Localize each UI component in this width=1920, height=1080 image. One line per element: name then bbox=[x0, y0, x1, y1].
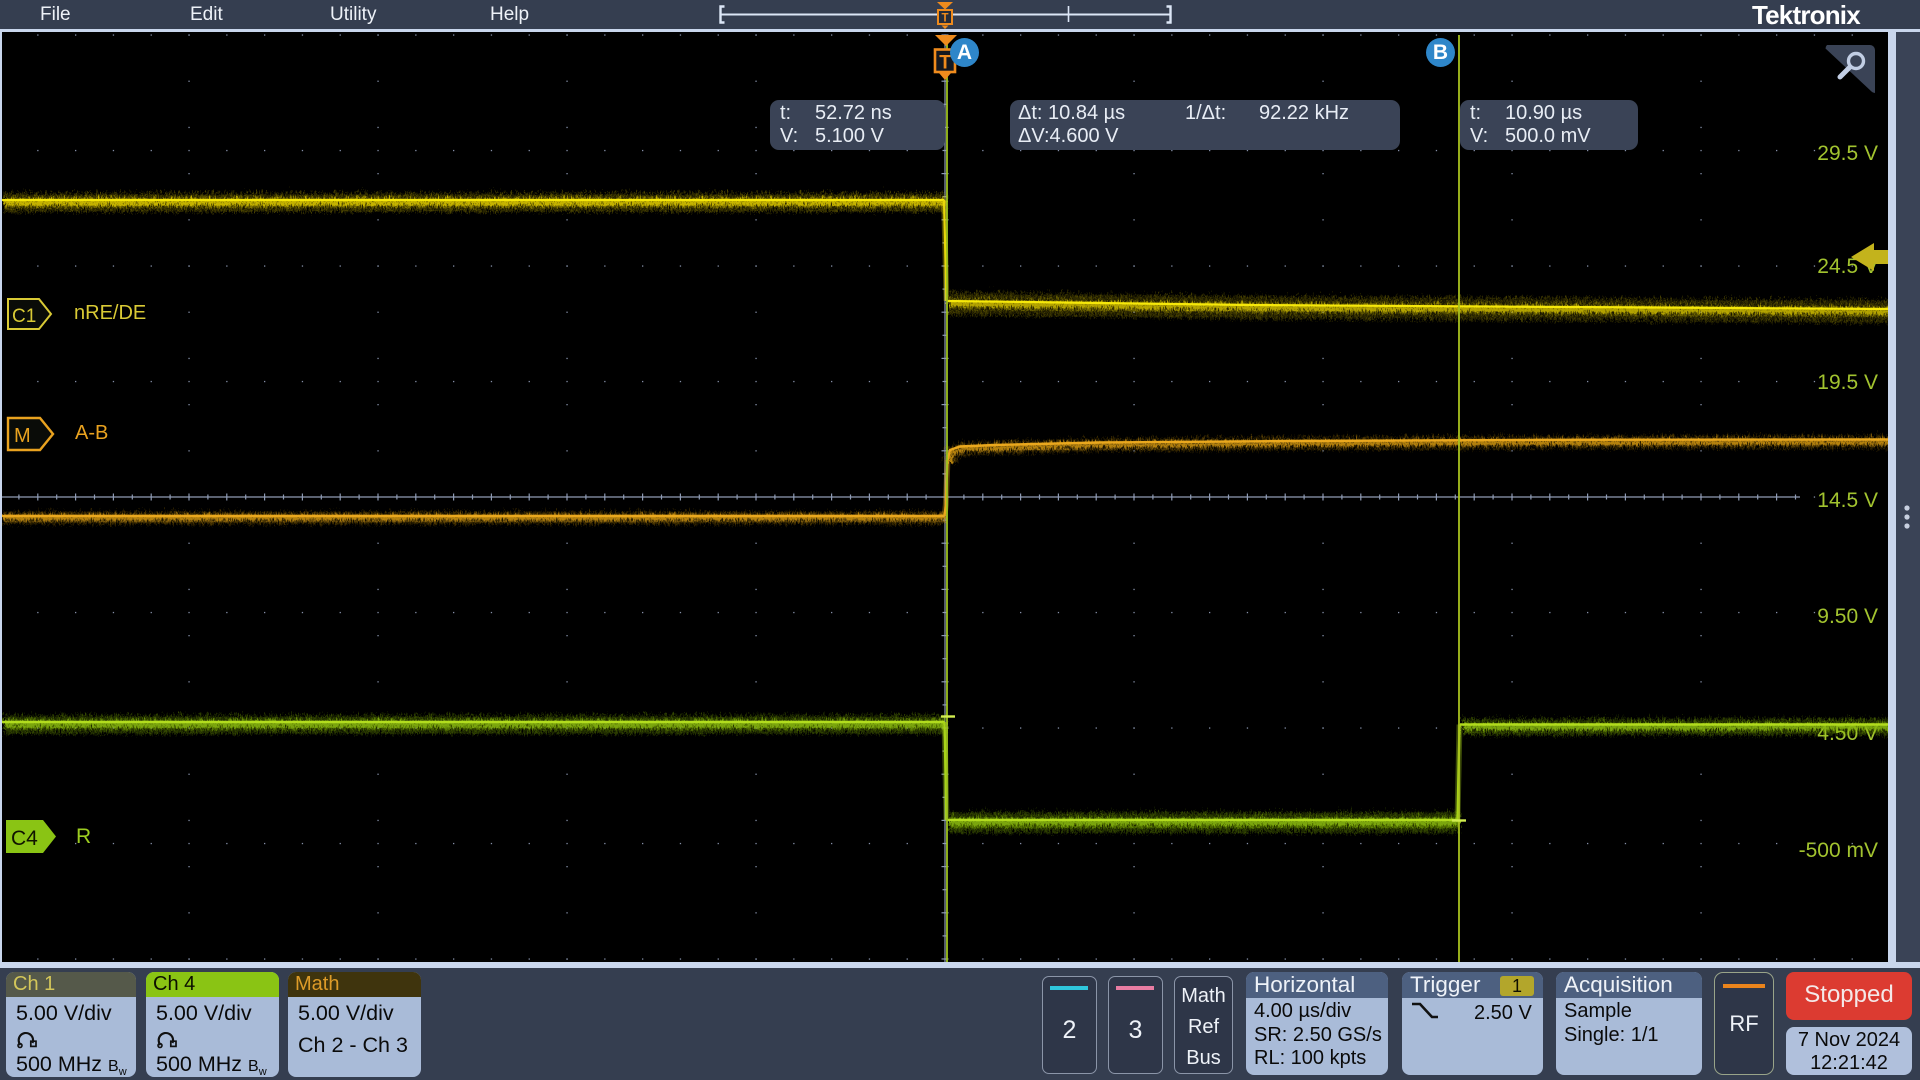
svg-text:C4: C4 bbox=[11, 827, 38, 850]
svg-text:T: T bbox=[941, 13, 948, 25]
svg-text:M: M bbox=[14, 425, 31, 447]
svg-text:C1: C1 bbox=[12, 306, 36, 327]
